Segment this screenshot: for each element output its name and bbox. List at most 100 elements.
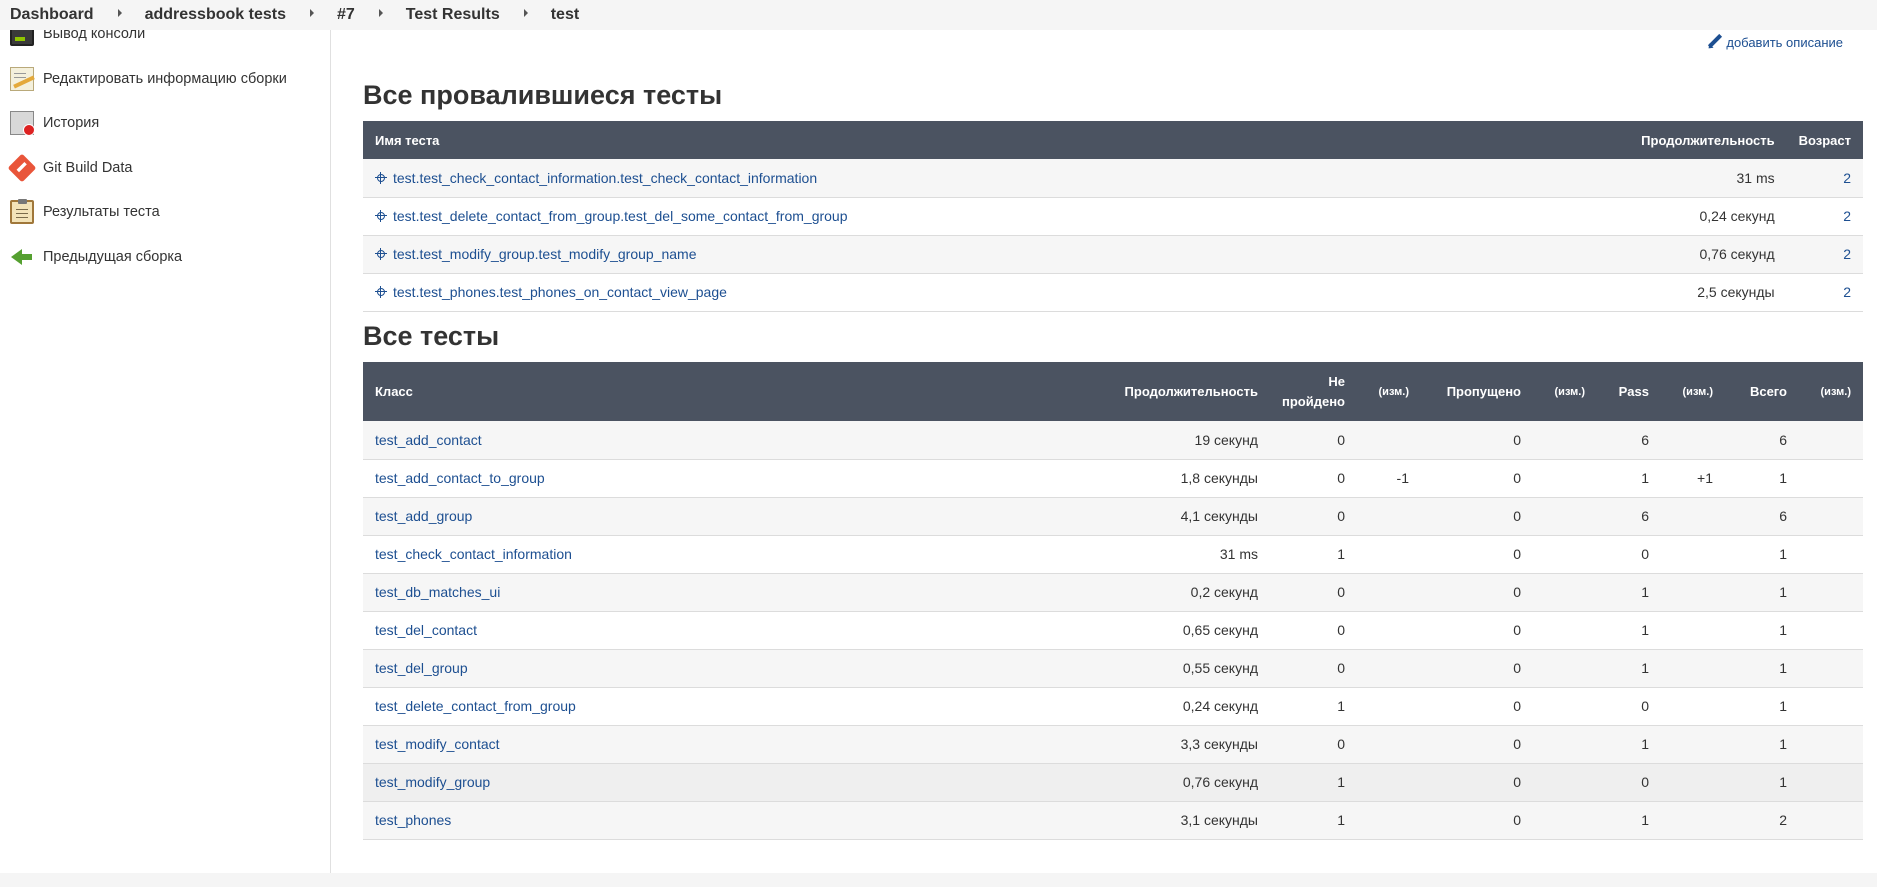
total-diff (1799, 763, 1863, 802)
pass-diff (1661, 421, 1725, 460)
skipped-diff (1533, 763, 1597, 802)
breadcrumb-dashboard[interactable]: Dashboard (10, 6, 94, 24)
failed-test-link[interactable]: test.test_delete_contact_from_group.test… (393, 208, 848, 224)
edit-notepad-icon (10, 67, 34, 91)
age-link[interactable]: 2 (1843, 170, 1851, 186)
total-diff (1799, 573, 1863, 612)
age-link[interactable]: 2 (1843, 284, 1851, 300)
total-count: 1 (1725, 459, 1799, 498)
col-failed[interactable]: Не пройдено (1269, 362, 1357, 421)
sidebar-item-label[interactable]: История (43, 115, 99, 131)
total-count: 1 (1725, 687, 1799, 726)
skipped-diff (1533, 649, 1597, 688)
expand-icon[interactable] (375, 286, 387, 299)
breadcrumb-separator-icon[interactable] (378, 9, 383, 17)
table-row: test_phones 3,1 секунды 1 0 1 2 (363, 801, 1863, 840)
failed-diff (1357, 497, 1421, 536)
sidebar-item-edit-build-info[interactable]: Редактировать информацию сборки (10, 65, 287, 93)
expand-icon[interactable] (375, 172, 387, 185)
git-icon (7, 153, 37, 183)
add-description-label: добавить описание (1726, 34, 1843, 50)
failed-test-link[interactable]: test.test_phones.test_phones_on_contact_… (393, 284, 727, 300)
table-row: test_db_matches_ui 0,2 секунд 0 0 1 1 (363, 573, 1863, 612)
col-skipped[interactable]: Пропущено (1421, 362, 1533, 421)
breadcrumb-separator-icon[interactable] (309, 9, 314, 17)
class-link[interactable]: test_del_group (375, 660, 468, 676)
clipboard-icon (10, 199, 34, 224)
total-diff (1799, 535, 1863, 574)
breadcrumb-test[interactable]: test (551, 6, 579, 24)
col-total[interactable]: Всего (1725, 362, 1799, 421)
total-diff (1799, 801, 1863, 840)
breadcrumb-separator-icon[interactable] (523, 9, 528, 17)
history-icon (10, 111, 35, 136)
failed-test-link[interactable]: test.test_modify_group.test_modify_group… (393, 246, 697, 262)
duration-cell: 31 ms (1612, 159, 1787, 198)
total-count: 6 (1725, 497, 1799, 536)
sidebar: Вывод консоли Редактировать информацию с… (0, 22, 331, 873)
total-diff (1799, 497, 1863, 536)
sidebar-item-test-results[interactable]: Результаты теста (10, 198, 160, 226)
col-pass-diff[interactable]: (изм.) (1661, 362, 1725, 421)
skipped-diff (1533, 611, 1597, 650)
pencil-icon (1706, 34, 1722, 50)
failed-count: 0 (1269, 497, 1357, 536)
col-age[interactable]: Возраст (1786, 121, 1863, 159)
sidebar-item-history[interactable]: История (10, 109, 99, 137)
failed-count: 0 (1269, 611, 1357, 650)
class-link[interactable]: test_db_matches_ui (375, 584, 500, 600)
class-link[interactable]: test_del_contact (375, 622, 477, 638)
class-link[interactable]: test_add_group (375, 508, 472, 524)
total-count: 1 (1725, 725, 1799, 764)
breadcrumb-build[interactable]: #7 (337, 6, 355, 24)
age-link[interactable]: 2 (1843, 246, 1851, 262)
duration-cell: 0,2 секунд (1100, 573, 1270, 612)
failed-tests-title: Все провалившиеся тесты (363, 80, 723, 110)
add-description-link[interactable]: добавить описание (1706, 34, 1843, 50)
col-class[interactable]: Класс (363, 362, 1101, 421)
failed-count: 0 (1269, 573, 1357, 612)
col-skipped-diff[interactable]: (изм.) (1533, 362, 1597, 421)
skipped-count: 0 (1421, 763, 1533, 802)
skipped-count: 0 (1421, 573, 1533, 612)
pass-diff (1661, 573, 1725, 612)
col-duration[interactable]: Продолжительность (1100, 362, 1270, 421)
sidebar-item-label[interactable]: Предыдущая сборка (43, 249, 182, 265)
sidebar-item-label[interactable]: Git Build Data (43, 160, 132, 176)
pass-count: 0 (1597, 763, 1661, 802)
age-link[interactable]: 2 (1843, 208, 1851, 224)
expand-icon[interactable] (375, 248, 387, 261)
total-diff (1799, 459, 1863, 498)
skipped-count: 0 (1421, 497, 1533, 536)
breadcrumb-job[interactable]: addressbook tests (145, 6, 286, 24)
col-pass[interactable]: Pass (1597, 362, 1661, 421)
class-link[interactable]: test_modify_group (375, 774, 490, 790)
col-test-name[interactable]: Имя теста (363, 121, 1613, 159)
breadcrumb-test-results[interactable]: Test Results (406, 6, 500, 24)
failed-diff (1357, 535, 1421, 574)
col-failed-diff[interactable]: (изм.) (1357, 362, 1421, 421)
pass-count: 1 (1597, 801, 1661, 840)
class-link[interactable]: test_delete_contact_from_group (375, 698, 576, 714)
sidebar-item-label[interactable]: Редактировать информацию сборки (43, 71, 287, 87)
class-link[interactable]: test_phones (375, 812, 451, 828)
total-diff (1799, 725, 1863, 764)
failed-count: 0 (1269, 421, 1357, 460)
breadcrumb-separator-icon[interactable] (117, 9, 122, 17)
skipped-diff (1533, 459, 1597, 498)
failed-diff (1357, 573, 1421, 612)
class-link[interactable]: test_check_contact_information (375, 546, 572, 562)
col-total-diff[interactable]: (изм.) (1799, 362, 1863, 421)
pass-count: 6 (1597, 421, 1661, 460)
class-link[interactable]: test_add_contact_to_group (375, 470, 545, 486)
expand-icon[interactable] (375, 210, 387, 223)
sidebar-item-label[interactable]: Результаты теста (43, 204, 160, 220)
failed-test-link[interactable]: test.test_check_contact_information.test… (393, 170, 817, 186)
pass-count: 1 (1597, 573, 1661, 612)
skipped-count: 0 (1421, 421, 1533, 460)
col-duration[interactable]: Продолжительность (1612, 121, 1787, 159)
sidebar-item-previous-build[interactable]: Предыдущая сборка (10, 243, 182, 271)
class-link[interactable]: test_add_contact (375, 432, 482, 448)
sidebar-item-git-build-data[interactable]: Git Build Data (7, 153, 132, 183)
class-link[interactable]: test_modify_contact (375, 736, 500, 752)
